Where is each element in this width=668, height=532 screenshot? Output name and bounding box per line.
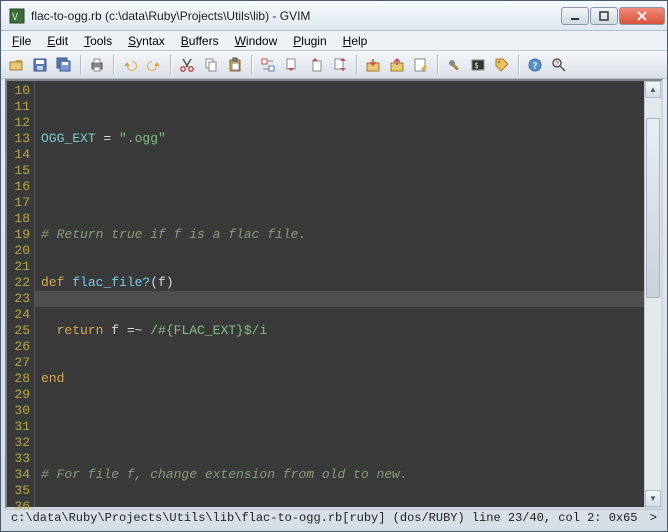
minimize-button[interactable] — [561, 7, 589, 25]
svg-text:V: V — [12, 12, 18, 23]
paste-icon[interactable] — [224, 54, 246, 76]
scroll-up-icon[interactable]: ▲ — [645, 81, 661, 98]
print-icon[interactable] — [86, 54, 108, 76]
copy-icon[interactable] — [200, 54, 222, 76]
find-replace-icon[interactable] — [257, 54, 279, 76]
save-all-icon[interactable] — [53, 54, 75, 76]
save-icon[interactable] — [29, 54, 51, 76]
menu-buffers[interactable]: Buffers — [174, 32, 226, 50]
scroll-track[interactable] — [645, 98, 661, 490]
menu-edit[interactable]: Edit — [40, 32, 75, 50]
separator-icon — [170, 55, 171, 75]
tags-icon[interactable] — [491, 54, 513, 76]
close-button[interactable] — [619, 7, 665, 25]
run-script-icon[interactable] — [410, 54, 432, 76]
menu-plugin[interactable]: Plugin — [286, 32, 333, 50]
cut-icon[interactable] — [176, 54, 198, 76]
app-window: V flac-to-ogg.rb (c:\data\Ruby\Projects\… — [0, 0, 668, 532]
redo-icon[interactable] — [143, 54, 165, 76]
session-save-icon[interactable] — [386, 54, 408, 76]
statusbar: c:\data\Ruby\Projects\Utils\lib\flac-to-… — [5, 509, 663, 527]
toolbar: $_ ? ? — [1, 51, 667, 79]
make-icon[interactable] — [443, 54, 465, 76]
titlebar[interactable]: V flac-to-ogg.rb (c:\data\Ruby\Projects\… — [1, 1, 667, 31]
window-buttons — [561, 7, 665, 25]
svg-text:$_: $_ — [474, 61, 484, 70]
open-icon[interactable] — [5, 54, 27, 76]
separator-icon — [113, 55, 114, 75]
help-icon[interactable]: ? — [524, 54, 546, 76]
maximize-button[interactable] — [590, 7, 618, 25]
status-right: > — [650, 511, 657, 526]
goto-icon[interactable] — [329, 54, 351, 76]
vertical-scrollbar[interactable]: ▲ ▼ — [644, 81, 661, 507]
svg-text:?: ? — [533, 61, 538, 72]
scroll-down-icon[interactable]: ▼ — [645, 490, 661, 507]
menu-file[interactable]: File — [5, 32, 38, 50]
scroll-thumb[interactable] — [646, 118, 660, 298]
find-help-icon[interactable]: ? — [548, 54, 570, 76]
undo-icon[interactable] — [119, 54, 141, 76]
separator-icon — [437, 55, 438, 75]
menubar: File Edit Tools Syntax Buffers Window Pl… — [1, 31, 667, 51]
code-area[interactable]: OGG_EXT = ".ogg" # Return true if f is a… — [35, 81, 644, 507]
menu-syntax[interactable]: Syntax — [121, 32, 172, 50]
menu-help[interactable]: Help — [336, 32, 375, 50]
window-title: flac-to-ogg.rb (c:\data\Ruby\Projects\Ut… — [31, 9, 561, 23]
editor[interactable]: 1011121314151617181920212223242526272829… — [5, 79, 663, 509]
menu-window[interactable]: Window — [228, 32, 285, 50]
status-text: c:\data\Ruby\Projects\Utils\lib\flac-to-… — [11, 511, 638, 526]
separator-icon — [80, 55, 81, 75]
find-prev-icon[interactable] — [305, 54, 327, 76]
app-icon: V — [9, 8, 25, 24]
separator-icon — [356, 55, 357, 75]
separator-icon — [518, 55, 519, 75]
cursor-line-highlight — [35, 291, 644, 307]
separator-icon — [251, 55, 252, 75]
session-load-icon[interactable] — [362, 54, 384, 76]
menu-tools[interactable]: Tools — [77, 32, 119, 50]
line-gutter: 1011121314151617181920212223242526272829… — [7, 81, 35, 507]
shell-icon[interactable]: $_ — [467, 54, 489, 76]
svg-text:?: ? — [555, 61, 559, 68]
find-next-icon[interactable] — [281, 54, 303, 76]
